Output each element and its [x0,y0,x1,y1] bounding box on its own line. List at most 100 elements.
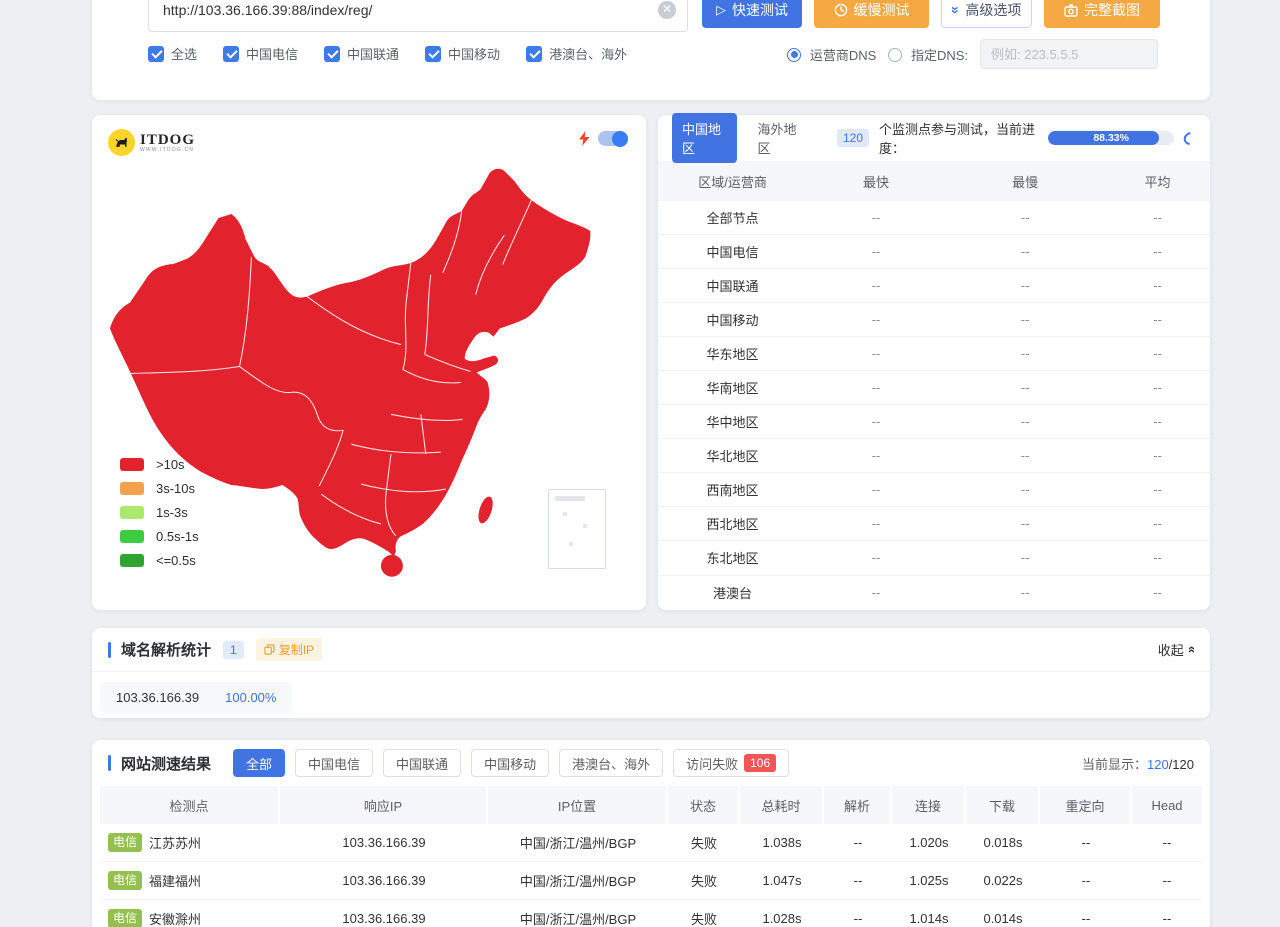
region-name: 全部节点 [658,208,807,227]
clear-icon[interactable]: ✕ [658,1,676,19]
tab-china-region[interactable]: 中国地区 [672,113,737,163]
legend-label: 1s-3s [156,505,188,520]
fastest-value: -- [807,550,945,565]
play-icon: ▷ [716,2,726,18]
node-cell: 电信 福建福州 [100,862,280,899]
download-time: 0.022s [966,862,1040,899]
download-time: 0.014s [966,900,1040,927]
col-average: 平均 [1105,172,1210,191]
region-header: 中国地区 海外地区 120 个监测点参与测试，当前进度： 88.33% [658,115,1210,161]
status-value: 失败 [668,862,740,899]
legend-label: 3s-10s [156,481,195,496]
advanced-options-button[interactable]: » 高级选项 [941,0,1032,28]
slowest-value: -- [945,585,1105,600]
region-name: 华东地区 [658,344,807,363]
dns-stats-card: 域名解析统计 1 复制IP 收起 » 103.36.166.39 100.00% [92,628,1210,718]
region-row: 西北地区 -- -- -- [658,507,1210,541]
isp-badge: 电信 [108,871,142,889]
url-input[interactable] [148,0,688,32]
dog-icon [108,129,135,156]
checkbox-checked-icon [223,46,239,62]
fastest-value: -- [807,482,945,497]
checkbox-label: 中国移动 [448,44,500,63]
quick-test-button[interactable]: ▷ 快速测试 [702,0,802,28]
col-resolve: 解析 [824,786,892,824]
full-screenshot-label: 完整截图 [1084,0,1140,20]
loading-spinner-icon [1181,129,1199,147]
isp-badge: 电信 [108,909,142,927]
radio-custom-dns[interactable]: 指定DNS: [888,45,968,64]
result-row: 电信 江苏苏州 103.36.166.39 中国/浙江/温州/BGP 失败 1.… [100,824,1202,862]
filter-overseas[interactable]: 港澳台、海外 [559,749,663,777]
checkbox-china-unicom[interactable]: 中国联通 [324,44,399,63]
copy-ip-button[interactable]: 复制IP [256,638,322,661]
south-china-sea-inset [548,489,606,569]
filter-china-mobile[interactable]: 中国移动 [471,749,549,777]
filter-all[interactable]: 全部 [233,749,285,777]
display-total: /120 [1169,757,1194,772]
results-table-body: 电信 江苏苏州 103.36.166.39 中国/浙江/温州/BGP 失败 1.… [100,824,1202,927]
custom-dns-input[interactable] [980,39,1158,69]
col-download: 下载 [966,786,1040,824]
legend-item: 0.5s-1s [120,529,199,544]
tab-overseas-region[interactable]: 海外地区 [747,113,812,163]
page: ✕ ▷ 快速测试 缓慢测试 » 高级选项 [0,0,1280,927]
display-count-label: 当前显示： [1082,757,1147,772]
fastest-value: -- [807,448,945,463]
connect-time: 1.014s [892,900,966,927]
radio-carrier-dns-label: 运营商DNS [810,48,876,63]
filter-china-telecom[interactable]: 中国电信 [295,749,373,777]
filter-label: 全部 [246,754,272,773]
results-card: 网站测速结果 全部 中国电信 中国联通 中国移动 港澳台、海外 访问 [92,740,1210,927]
col-ip-location: IP位置 [488,786,668,824]
collapse-button[interactable]: 收起 » [1158,640,1194,659]
filter-label: 中国联通 [396,754,448,773]
legend-swatch [120,482,144,495]
slowest-value: -- [945,516,1105,531]
fastest-value: -- [807,346,945,361]
region-row: 西南地区 -- -- -- [658,473,1210,507]
slowest-value: -- [945,346,1105,361]
legend-label: <=0.5s [156,553,196,568]
logo-title: ITDOG [140,133,195,147]
head-time: -- [1132,900,1202,927]
col-fastest: 最快 [807,172,945,191]
node-name: 江苏苏州 [149,833,201,852]
resolved-ip: 103.36.166.39 [116,690,199,705]
checkbox-china-mobile[interactable]: 中国移动 [425,44,500,63]
region-row: 港澳台 -- -- -- [658,576,1210,610]
checkbox-select-all[interactable]: 全选 [148,44,197,63]
col-region: 区域/运营商 [658,172,807,191]
radio-carrier-dns[interactable]: 运营商DNS [787,45,876,64]
filter-china-unicom[interactable]: 中国联通 [383,749,461,777]
region-table: 区域/运营商 最快 最慢 平均 全部节点 -- -- -- 中国电信 [658,161,1210,610]
col-response-ip: 响应IP [280,786,488,824]
fastest-value: -- [807,312,945,327]
clock-icon [834,3,848,17]
redirect-time: -- [1040,824,1132,861]
speed-mode-toggle[interactable] [598,131,628,146]
slow-test-button[interactable]: 缓慢测试 [814,0,929,28]
legend-item: >10s [120,457,199,472]
chevron-down-icon: » [948,6,962,14]
map-tools [579,131,628,146]
filter-failed[interactable]: 访问失败 106 [673,749,789,777]
itdog-logo: ITDOG WWW.ITDOG.CN [108,129,195,156]
region-row: 全部节点 -- -- -- [658,201,1210,235]
connect-time: 1.020s [892,824,966,861]
checkbox-china-telecom[interactable]: 中国电信 [223,44,298,63]
checkbox-overseas[interactable]: 港澳台、海外 [526,44,627,63]
dns-stats-header: 域名解析统计 1 复制IP 收起 » [92,628,1210,672]
taiwan-island [476,495,496,525]
section-accent-bar [108,755,111,771]
fastest-value: -- [807,585,945,600]
response-ip: 103.36.166.39 [280,900,488,927]
resolve-time: -- [824,900,892,927]
checkbox-checked-icon [425,46,441,62]
checkbox-label: 港澳台、海外 [549,44,627,63]
legend-item: 3s-10s [120,481,199,496]
fastest-value: -- [807,278,945,293]
fastest-value: -- [807,516,945,531]
radio-unselected-icon [888,48,902,62]
full-screenshot-button[interactable]: 完整截图 [1044,0,1160,28]
